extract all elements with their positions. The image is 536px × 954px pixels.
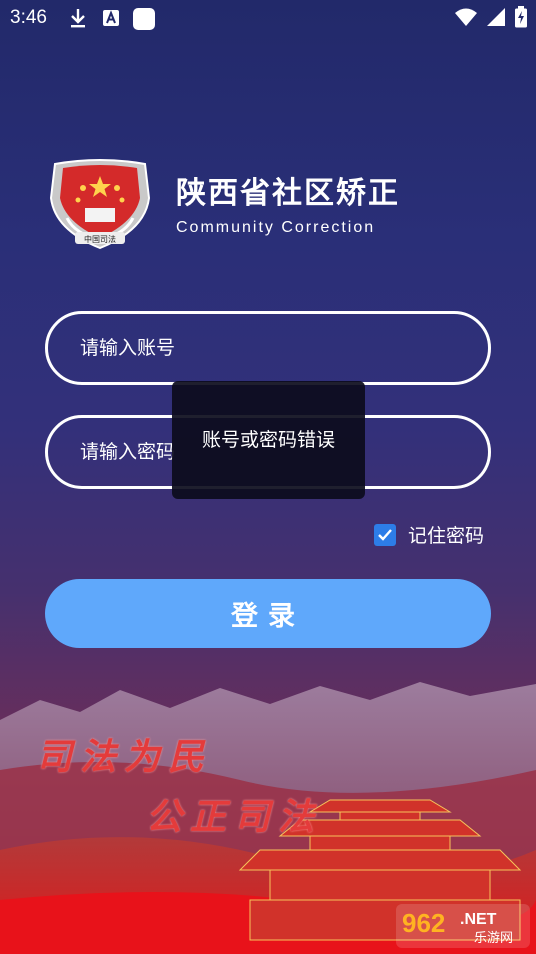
- a-badge-icon: [103, 10, 119, 26]
- watermark-site-name: 乐游网: [474, 931, 513, 946]
- account-input[interactable]: [80, 337, 460, 359]
- app-title-cn: 陕西省社区矫正: [176, 176, 400, 211]
- checkmark-icon: [378, 528, 392, 541]
- signal-icon: [487, 8, 505, 26]
- square-app-icon: [133, 8, 155, 30]
- login-button[interactable]: 登录: [45, 579, 491, 648]
- site-watermark: 962 .NET 乐游网: [396, 904, 530, 948]
- svg-text:中国司法: 中国司法: [84, 234, 116, 244]
- app-title-en: Community Correction: [176, 219, 376, 236]
- account-field[interactable]: [45, 311, 491, 385]
- justice-emblem-logo: 中国司法: [49, 159, 151, 250]
- watermark-number: 962: [402, 908, 445, 938]
- slogan-justice-for-people: 司法为民: [36, 736, 213, 778]
- watermark-suffix: .NET: [460, 911, 497, 928]
- slogan-fair-justice: 公正司法: [146, 796, 323, 838]
- status-bar: 3:46: [0, 0, 536, 36]
- battery-charging-icon: [515, 6, 527, 28]
- remember-password-toggle[interactable]: 记住密码: [374, 521, 484, 548]
- remember-checkbox[interactable]: [374, 523, 396, 546]
- download-icon: [71, 9, 85, 28]
- remember-label: 记住密码: [408, 525, 485, 547]
- error-toast: 账号或密码错误: [172, 381, 365, 499]
- status-time: 3:46: [10, 7, 47, 28]
- wifi-icon: [455, 8, 477, 26]
